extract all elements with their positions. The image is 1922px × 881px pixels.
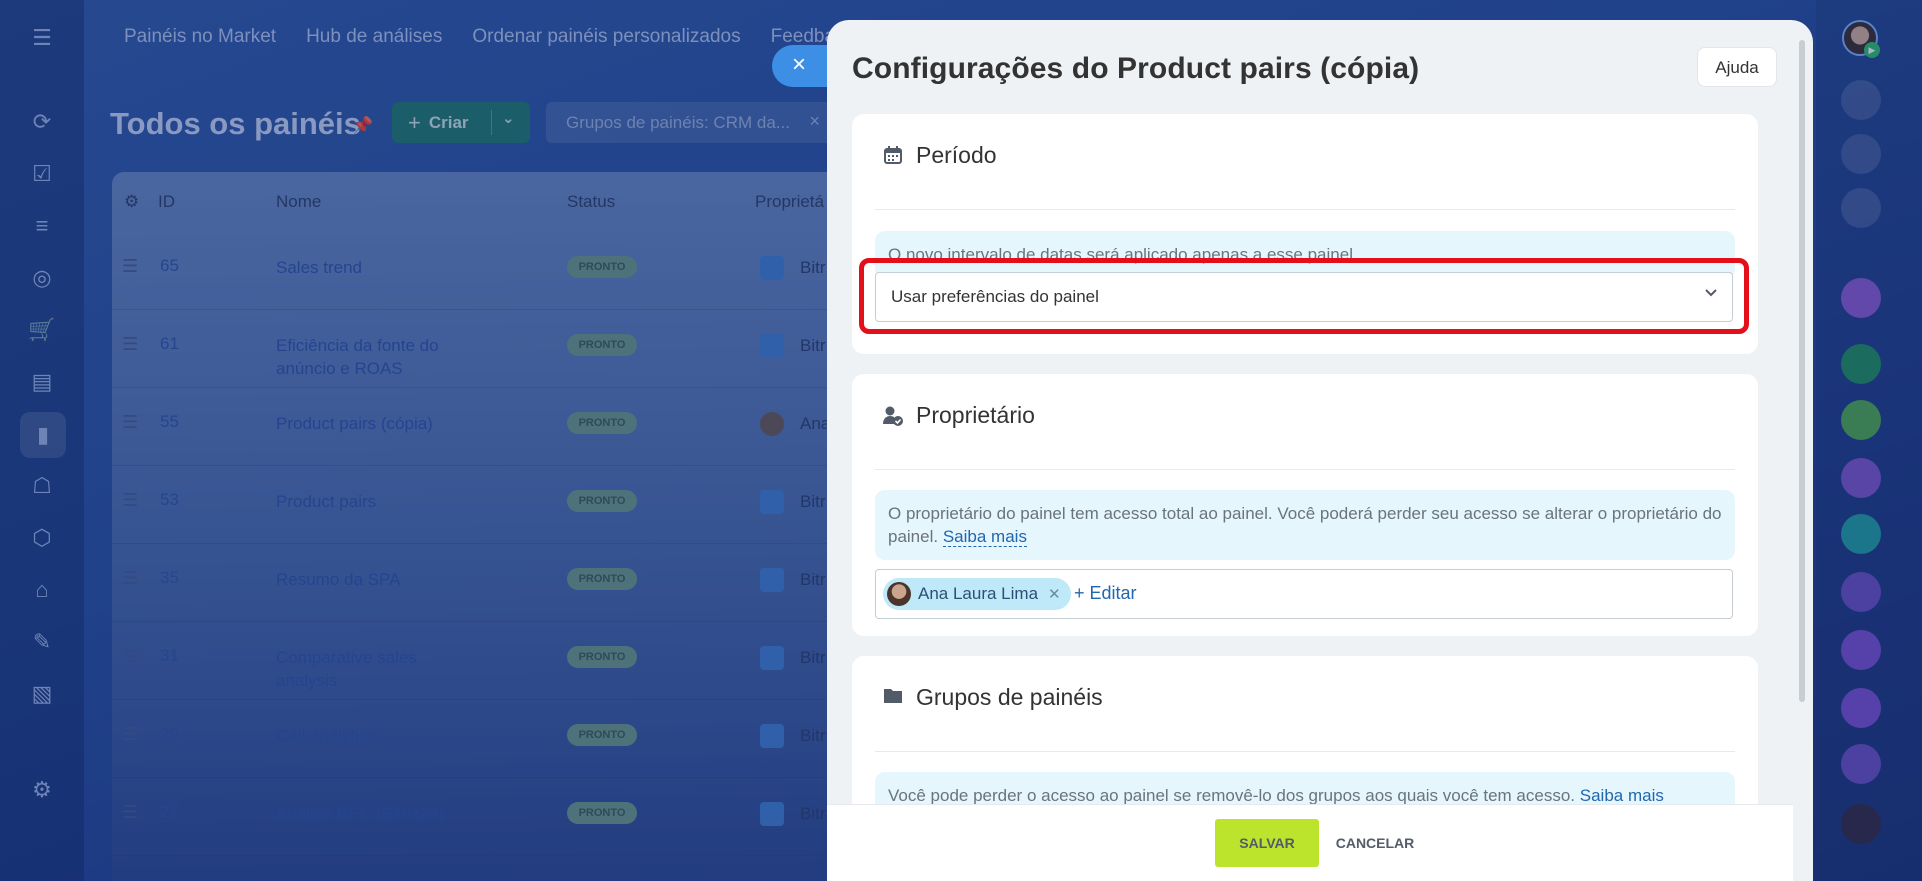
owner-selector[interactable]: Ana Laura Lima ✕ + Editar	[875, 569, 1733, 619]
period-select[interactable]: Usar preferências do painel	[875, 272, 1733, 322]
owner-card: Proprietário O proprietário do painel te…	[852, 374, 1758, 636]
owner-info: O proprietário do painel tem acesso tota…	[875, 490, 1735, 560]
divider	[875, 469, 1735, 470]
close-icon: ×	[792, 51, 807, 78]
divider	[875, 751, 1735, 752]
calendar-icon	[882, 145, 904, 167]
period-card: Período O novo intervalo de datas será a…	[852, 114, 1758, 354]
save-button[interactable]: SALVAR	[1215, 819, 1319, 867]
owner-title: Proprietário	[916, 402, 1035, 428]
chevron-down-icon	[1704, 285, 1718, 299]
panel-footer: SALVAR CANCELAR	[827, 804, 1793, 881]
scrollbar[interactable]	[1799, 40, 1805, 702]
groups-info-text: Você pode perder o acesso ao painel se r…	[888, 786, 1576, 805]
period-select-value: Usar preferências do painel	[891, 287, 1099, 306]
groups-learn-more-link[interactable]: Saiba mais	[1579, 786, 1664, 806]
period-title: Período	[916, 142, 997, 168]
owner-chip-name: Ana Laura Lima	[918, 584, 1039, 603]
panel-title: Configurações do Product pairs (cópia)	[852, 52, 1420, 85]
cancel-button[interactable]: CANCELAR	[1335, 819, 1415, 867]
folder-icon	[882, 687, 904, 709]
edit-owner-link[interactable]: + Editar	[1074, 583, 1137, 604]
user-check-icon	[882, 405, 904, 427]
remove-owner-icon[interactable]: ✕	[1048, 585, 1061, 603]
groups-title: Grupos de painéis	[916, 684, 1103, 710]
owner-learn-more-link[interactable]: Saiba mais	[942, 527, 1027, 547]
settings-slider-panel: Configurações do Product pairs (cópia) A…	[827, 20, 1813, 881]
owner-chip[interactable]: Ana Laura Lima ✕	[883, 578, 1071, 610]
help-button[interactable]: Ajuda	[1697, 47, 1777, 87]
avatar	[887, 582, 911, 606]
divider	[875, 209, 1735, 210]
